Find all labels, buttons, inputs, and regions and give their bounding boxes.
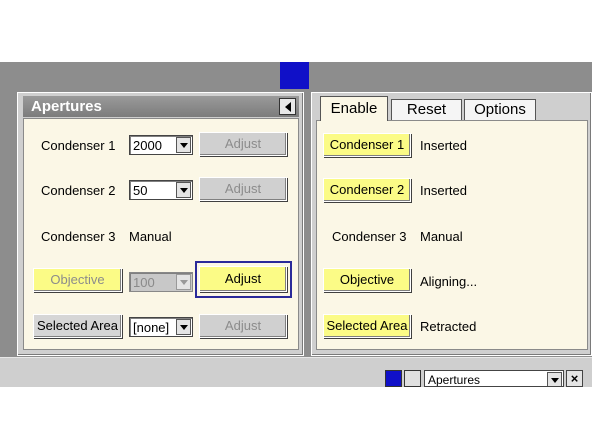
chevron-down-icon: [179, 187, 188, 193]
enable-objective-button[interactable]: Objective: [323, 268, 411, 292]
condenser-1-adjust-button[interactable]: Adjust: [199, 132, 287, 156]
objective-adjust-button[interactable]: Adjust: [199, 266, 287, 292]
collapse-panel-button[interactable]: [279, 98, 296, 115]
dropdown-arrow[interactable]: [176, 137, 191, 153]
gray-window-icon[interactable]: [404, 370, 421, 387]
objective-select[interactable]: 100: [129, 272, 193, 292]
dropdown-arrow[interactable]: [176, 274, 191, 290]
selected-area-toggle-button[interactable]: Selected Area: [33, 314, 122, 338]
condenser-2-label: Condenser 2: [41, 183, 116, 198]
selected-area-adjust-button[interactable]: Adjust: [199, 314, 287, 338]
blue-window-fragment: [280, 62, 309, 89]
condenser-1-select-value: 2000: [133, 138, 162, 153]
condenser-1-status: Inserted: [420, 138, 467, 153]
condenser-1-label: Condenser 1: [41, 138, 116, 153]
enable-condenser-2-button[interactable]: Condenser 2: [323, 178, 411, 202]
arrow-left-icon: [284, 101, 291, 112]
chevron-down-icon: [179, 142, 188, 148]
selected-area-select-value: [none]: [133, 320, 170, 335]
blue-window-icon[interactable]: [385, 370, 402, 387]
dropdown-arrow[interactable]: [176, 319, 191, 335]
dropdown-arrow[interactable]: [176, 182, 191, 198]
chevron-down-icon: [179, 279, 188, 285]
condenser-2-select[interactable]: 50: [129, 180, 193, 200]
selected-area-select[interactable]: [none]: [129, 317, 193, 337]
objective-select-value: 100: [133, 275, 155, 290]
condenser-2-status: Inserted: [420, 183, 467, 198]
close-icon[interactable]: ×: [566, 370, 583, 387]
window-selector-value: Apertures: [428, 373, 481, 387]
tab-enable[interactable]: Enable: [320, 96, 388, 121]
condenser-3-status: Manual: [420, 229, 463, 244]
tab-reset[interactable]: Reset: [391, 99, 462, 120]
chevron-down-icon: [550, 377, 559, 383]
dropdown-arrow[interactable]: [547, 372, 562, 386]
condenser-3-label: Condenser 3: [41, 229, 116, 244]
selected-area-status: Retracted: [420, 319, 477, 334]
objective-toggle-button[interactable]: Objective: [33, 268, 122, 292]
condenser-2-select-value: 50: [133, 183, 148, 198]
tab-options[interactable]: Options: [464, 99, 536, 120]
window-selector-combo[interactable]: Apertures: [424, 370, 564, 387]
enable-condenser-1-button[interactable]: Condenser 1: [323, 133, 411, 157]
condenser-3-value: Manual: [129, 229, 172, 244]
apertures-panel-title: Apertures: [23, 96, 299, 117]
objective-status: Aligning...: [420, 274, 478, 289]
condenser-3-status-label: Condenser 3: [332, 229, 407, 244]
condenser-1-select[interactable]: 2000: [129, 135, 193, 155]
chevron-down-icon: [179, 324, 188, 330]
condenser-2-adjust-button[interactable]: Adjust: [199, 177, 287, 201]
enable-selected-area-button[interactable]: Selected Area: [323, 314, 411, 338]
